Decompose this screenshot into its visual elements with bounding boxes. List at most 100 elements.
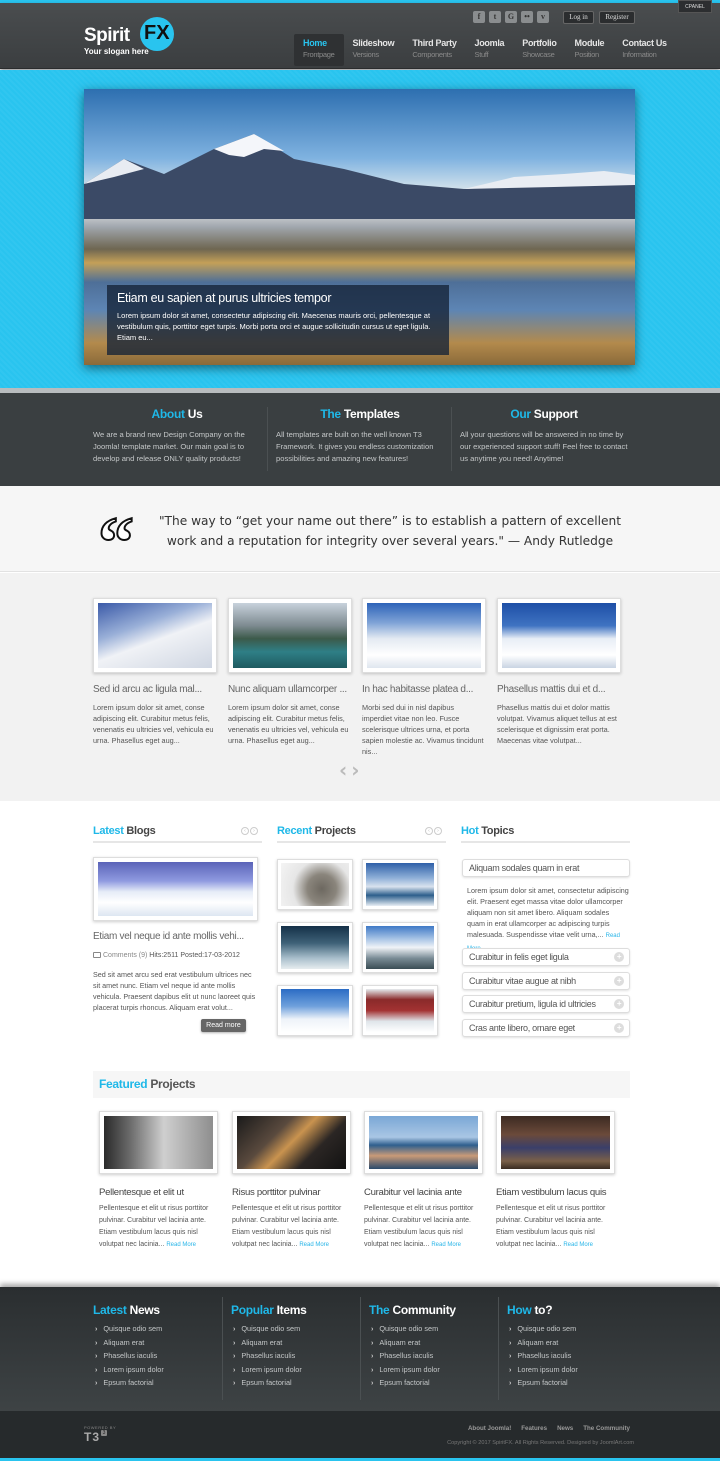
flickr-icon[interactable]: ••	[521, 11, 533, 23]
nav-item-contact[interactable]: Contact Us Information	[613, 34, 676, 66]
carousel-item[interactable]: In hac habitasse platea d... Morbi sed d…	[362, 598, 486, 757]
featured-project-card[interactable]: Pellentesque et elit ut Pellentesque et …	[99, 1111, 218, 1251]
footer-link[interactable]: › Epsum factorial	[93, 1378, 164, 1392]
read-more-link[interactable]: Read More	[431, 1242, 461, 1248]
carousel-item-text: Morbi sed dui in nisl dapibus imperdiet …	[362, 703, 484, 756]
hero-slide-image[interactable]: Etiam eu sapien at purus ultricies tempo…	[84, 89, 635, 365]
project-thumbnail[interactable]	[277, 859, 353, 910]
carousel-item-title[interactable]: In hac habitasse platea d...	[362, 684, 486, 695]
chevron-right-icon[interactable]: ›	[351, 760, 359, 780]
featured-project-image[interactable]	[99, 1111, 218, 1174]
footer-nav-news[interactable]: News	[557, 1425, 573, 1432]
featured-project-image[interactable]	[496, 1111, 615, 1174]
nav-item-module[interactable]: Module Position	[566, 34, 614, 66]
footer-link[interactable]: › Lorem ipsum dolor	[93, 1365, 164, 1379]
pager-prev-icon[interactable]: ‹	[241, 827, 249, 835]
featured-project-card[interactable]: Etiam vestibulum lacus quis Pellentesque…	[496, 1111, 615, 1251]
footer-link[interactable]: › Quisque odio sem	[507, 1324, 578, 1338]
featured-project-title[interactable]: Risus porttitor pulvinar	[232, 1187, 351, 1198]
carousel-item-title[interactable]: Nunc aliquam ullamcorper ...	[228, 684, 352, 695]
read-more-link[interactable]: Read More	[563, 1242, 593, 1248]
nav-item-third-party[interactable]: Third Party Components	[403, 34, 465, 66]
hot-topics-header: Hot Topics	[461, 825, 630, 843]
cpanel-button[interactable]: CPANEL	[678, 0, 712, 13]
footer-link[interactable]: › Phasellus iaculis	[369, 1351, 456, 1365]
expand-plus-icon[interactable]: +	[614, 999, 624, 1009]
pager-prev-icon[interactable]: ‹	[425, 827, 433, 835]
read-more-link[interactable]: Read More	[299, 1242, 329, 1248]
project-thumbnail[interactable]	[362, 985, 438, 1036]
footer-link[interactable]: › Phasellus iaculis	[93, 1351, 164, 1365]
footer-link[interactable]: › Phasellus iaculis	[231, 1351, 306, 1365]
carousel-item-title[interactable]: Sed id arcu ac ligula mal...	[93, 684, 217, 695]
topic-item[interactable]: Curabitur vitae augue at nibh +	[462, 972, 630, 990]
footer-link[interactable]: › Quisque odio sem	[231, 1324, 306, 1338]
footer-link[interactable]: › Aliquam erat	[93, 1338, 164, 1352]
pager-next-icon[interactable]: ›	[250, 827, 258, 835]
featured-project-card[interactable]: Curabitur vel lacinia ante Pellentesque …	[364, 1111, 483, 1251]
footer-link[interactable]: › Lorem ipsum dolor	[369, 1365, 456, 1379]
register-button[interactable]: Register	[599, 11, 635, 24]
topic-item-open[interactable]: Aliquam sodales quam in erat	[462, 859, 630, 877]
footer-link[interactable]: › Quisque odio sem	[369, 1324, 456, 1338]
nav-title: Slideshow	[352, 38, 395, 48]
nav-subtitle: Stuff	[474, 50, 489, 59]
footer-link[interactable]: › Epsum factorial	[369, 1378, 456, 1392]
expand-plus-icon[interactable]: +	[614, 976, 624, 986]
carousel-item[interactable]: Phasellus mattis dui et d... Phasellus m…	[497, 598, 621, 746]
blog-post-title[interactable]: Etiam vel neque id ante mollis vehi...	[93, 931, 244, 942]
vimeo-icon[interactable]: v	[537, 11, 549, 23]
footer-nav-community[interactable]: The Community	[583, 1425, 630, 1432]
footer-nav-features[interactable]: Features	[521, 1425, 547, 1432]
footer-link[interactable]: › Aliquam erat	[231, 1338, 306, 1352]
nav-item-home[interactable]: Home Frontpage	[294, 34, 344, 66]
nav-item-slideshow[interactable]: Slideshow Versions	[344, 34, 404, 66]
pager-next-icon[interactable]: ›	[434, 827, 442, 835]
carousel-item[interactable]: Sed id arcu ac ligula mal... Lorem ipsum…	[93, 598, 217, 746]
project-thumbnail[interactable]	[277, 922, 353, 973]
carousel-item-title[interactable]: Phasellus mattis dui et d...	[497, 684, 621, 695]
footer-link[interactable]: › Aliquam erat	[507, 1338, 578, 1352]
nav-item-joomla[interactable]: Joomla Stuff	[466, 34, 514, 66]
featured-project-title[interactable]: Etiam vestibulum lacus quis	[496, 1187, 615, 1198]
project-thumbnail[interactable]	[277, 985, 353, 1036]
carousel-thumbnail[interactable]	[362, 598, 486, 673]
featured-project-title[interactable]: Pellentesque et elit ut	[99, 1187, 218, 1198]
footer-link[interactable]: › Lorem ipsum dolor	[231, 1365, 306, 1379]
nav-item-portfolio[interactable]: Portfolio Showcase	[513, 34, 565, 66]
featured-project-image[interactable]	[364, 1111, 483, 1174]
featured-project-card[interactable]: Risus porttitor pulvinar Pellentesque et…	[232, 1111, 351, 1251]
facebook-icon[interactable]: f	[473, 11, 485, 23]
footer-link[interactable]: › Epsum factorial	[507, 1378, 578, 1392]
footer-link[interactable]: › Epsum factorial	[231, 1378, 306, 1392]
footer-link[interactable]: › Lorem ipsum dolor	[507, 1365, 578, 1379]
topic-item[interactable]: Curabitur in felis eget ligula +	[462, 948, 630, 966]
footer-heading: Latest News	[93, 1303, 160, 1317]
read-more-button[interactable]: Read more	[201, 1019, 246, 1032]
chevron-left-icon[interactable]: ‹	[339, 760, 347, 780]
expand-plus-icon[interactable]: +	[614, 1023, 624, 1033]
carousel-thumbnail[interactable]	[497, 598, 621, 673]
carousel-thumbnail[interactable]	[93, 598, 217, 673]
topic-item[interactable]: Cras ante libero, ornare eget +	[462, 1019, 630, 1037]
carousel-thumbnail[interactable]	[228, 598, 352, 673]
project-thumbnail[interactable]	[362, 859, 438, 910]
expand-plus-icon[interactable]: +	[614, 952, 624, 962]
read-more-link[interactable]: Read More	[166, 1242, 196, 1248]
login-button[interactable]: Log in	[563, 11, 594, 24]
footer-nav-about-joomla[interactable]: About Joomla!	[468, 1425, 511, 1432]
carousel-item[interactable]: Nunc aliquam ullamcorper ... Lorem ipsum…	[228, 598, 352, 746]
google-icon[interactable]: G	[505, 11, 517, 23]
footer-link[interactable]: › Aliquam erat	[369, 1338, 456, 1352]
footer-link[interactable]: › Quisque odio sem	[93, 1324, 164, 1338]
twitter-icon[interactable]: t	[489, 11, 501, 23]
project-thumbnail[interactable]	[362, 922, 438, 973]
blog-post-image[interactable]	[93, 857, 258, 921]
blog-comments-link[interactable]: Comments (9)	[103, 952, 147, 959]
featured-project-title[interactable]: Curabitur vel lacinia ante	[364, 1187, 483, 1198]
site-logo[interactable]: Spirit FX Your slogan here	[84, 17, 184, 61]
topic-item[interactable]: Curabitur pretium, ligula id ultricies +	[462, 995, 630, 1013]
footer-link[interactable]: › Phasellus iaculis	[507, 1351, 578, 1365]
t3-powered-logo[interactable]: POWERED BY T3 3	[84, 1425, 116, 1444]
featured-project-image[interactable]	[232, 1111, 351, 1174]
